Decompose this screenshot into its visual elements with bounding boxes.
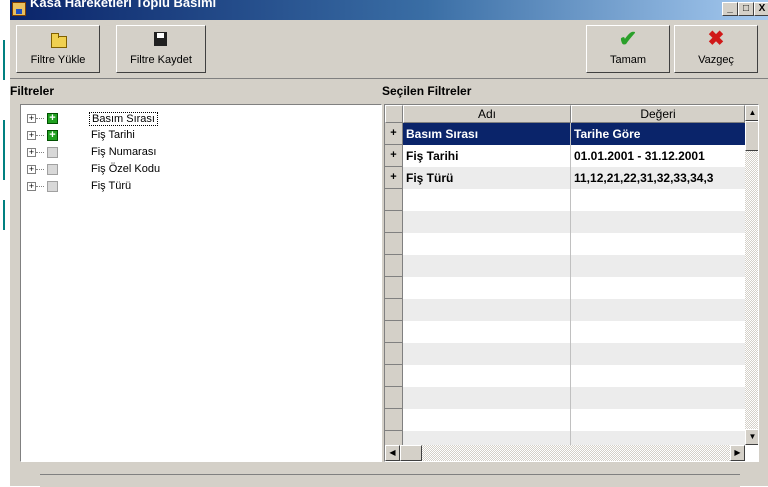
minimize-button[interactable]: _ xyxy=(722,2,738,16)
cancel-label: Vazgeç xyxy=(698,54,734,66)
close-button[interactable]: X xyxy=(754,2,768,16)
row-value-cell[interactable]: 01.01.2001 - 31.12.2001 xyxy=(571,145,745,167)
checked-icon[interactable]: + xyxy=(47,130,58,141)
ok-label: Tamam xyxy=(609,54,647,66)
load-filter-label: Filtre Yükle xyxy=(30,54,86,66)
unchecked-icon[interactable] xyxy=(47,181,58,192)
tree-node-fis-turu[interactable]: + Fiş Türü xyxy=(21,179,321,195)
tree-node-fis-numarasi[interactable]: + Fiş Numarası xyxy=(21,145,321,161)
scroll-down-icon[interactable]: ▼ xyxy=(745,429,758,445)
background-edge xyxy=(0,0,10,486)
cancel-x-icon: ✖ xyxy=(707,28,725,50)
tree-node-label: Fiş Türü xyxy=(91,180,132,192)
save-filter-button[interactable]: Filtre Kaydet xyxy=(116,25,206,73)
expand-icon[interactable]: + xyxy=(27,148,36,157)
checked-icon[interactable]: + xyxy=(47,113,58,124)
tree-node-fis-ozel-kodu[interactable]: + Fiş Özel Kodu xyxy=(21,162,321,178)
tree-node-label: Fiş Özel Kodu xyxy=(91,163,161,175)
row-expand-indicator[interactable]: + xyxy=(385,145,403,167)
row-name-cell[interactable]: Fiş Türü xyxy=(403,167,571,189)
cancel-button[interactable]: ✖ Vazgeç xyxy=(674,25,758,73)
app-icon xyxy=(12,2,26,16)
hscroll-thumb[interactable] xyxy=(400,445,422,461)
column-header-name[interactable]: Adı xyxy=(403,105,571,123)
horizontal-scrollbar[interactable]: ◀ ▶ xyxy=(385,445,745,461)
window-title: Kasa Hareketleri Toplu Basımı xyxy=(30,0,217,10)
maximize-button[interactable]: □ xyxy=(738,2,754,16)
row-expand-indicator[interactable]: + xyxy=(385,167,403,189)
table-row[interactable]: + Basım Sırası Tarihe Göre xyxy=(385,123,745,145)
row-value-cell[interactable]: 11,12,21,22,31,32,33,34,3 xyxy=(571,167,745,189)
tree-node-fis-tarihi[interactable]: + + Fiş Tarihi xyxy=(21,128,321,144)
row-expand-indicator[interactable]: + xyxy=(385,123,403,145)
empty-row xyxy=(385,189,745,211)
tree-node-label: Basım Sırası xyxy=(89,112,158,126)
expand-icon[interactable]: + xyxy=(27,114,36,123)
unchecked-icon[interactable] xyxy=(47,147,58,158)
status-bar xyxy=(40,474,740,487)
table-row[interactable]: + Fiş Tarihi 01.01.2001 - 31.12.2001 xyxy=(385,145,745,167)
filter-tree[interactable]: + + Basım Sırası + + Fiş Tarihi + Fiş Nu… xyxy=(20,104,382,462)
row-value-cell[interactable]: Tarihe Göre xyxy=(571,123,745,145)
column-header-value[interactable]: Değeri xyxy=(571,105,745,123)
row-name-cell[interactable]: Basım Sırası xyxy=(403,123,571,145)
empty-row xyxy=(385,409,745,431)
floppy-disk-icon xyxy=(151,30,171,48)
scroll-right-icon[interactable]: ▶ xyxy=(730,445,745,461)
indicator-header xyxy=(385,105,403,123)
empty-row xyxy=(385,233,745,255)
open-folder-icon xyxy=(48,30,68,48)
title-bar[interactable]: Kasa Hareketleri Toplu Basımı _ □ X xyxy=(10,0,768,20)
dialog-window: Kasa Hareketleri Toplu Basımı _ □ X Filt… xyxy=(10,0,768,486)
selected-filters-heading: Seçilen Filtreler xyxy=(382,84,472,98)
expand-icon[interactable]: + xyxy=(27,131,36,140)
load-filter-button[interactable]: Filtre Yükle xyxy=(16,25,100,73)
checkmark-icon: ✔ xyxy=(618,26,638,51)
grid-header: Adı Değeri xyxy=(385,105,745,123)
toolbar: Filtre Yükle Filtre Kaydet ✔ Tamam ✖ Vaz… xyxy=(10,20,768,79)
selected-filters-grid[interactable]: Adı Değeri + Basım Sırası Tarihe Göre + … xyxy=(384,104,759,462)
empty-row xyxy=(385,365,745,387)
vertical-scrollbar[interactable]: ▲ ▼ xyxy=(745,105,758,445)
tree-node-label: Fiş Numarası xyxy=(91,146,157,158)
empty-row xyxy=(385,387,745,409)
row-name-cell[interactable]: Fiş Tarihi xyxy=(403,145,571,167)
ok-button[interactable]: ✔ Tamam xyxy=(586,25,670,73)
empty-row xyxy=(385,277,745,299)
empty-row xyxy=(385,299,745,321)
empty-row xyxy=(385,321,745,343)
expand-icon[interactable]: + xyxy=(27,182,36,191)
filters-heading: Filtreler xyxy=(10,84,55,98)
scroll-up-icon[interactable]: ▲ xyxy=(745,105,758,121)
empty-row xyxy=(385,343,745,365)
empty-row xyxy=(385,211,745,233)
empty-row xyxy=(385,255,745,277)
tree-node-basim-sirasi[interactable]: + + Basım Sırası xyxy=(21,111,321,127)
tree-node-label: Fiş Tarihi xyxy=(91,129,135,141)
table-row[interactable]: + Fiş Türü 11,12,21,22,31,32,33,34,3 xyxy=(385,167,745,189)
scroll-thumb[interactable] xyxy=(745,121,758,151)
scroll-left-icon[interactable]: ◀ xyxy=(385,445,400,461)
unchecked-icon[interactable] xyxy=(47,164,58,175)
expand-icon[interactable]: + xyxy=(27,165,36,174)
save-filter-label: Filtre Kaydet xyxy=(130,54,192,66)
